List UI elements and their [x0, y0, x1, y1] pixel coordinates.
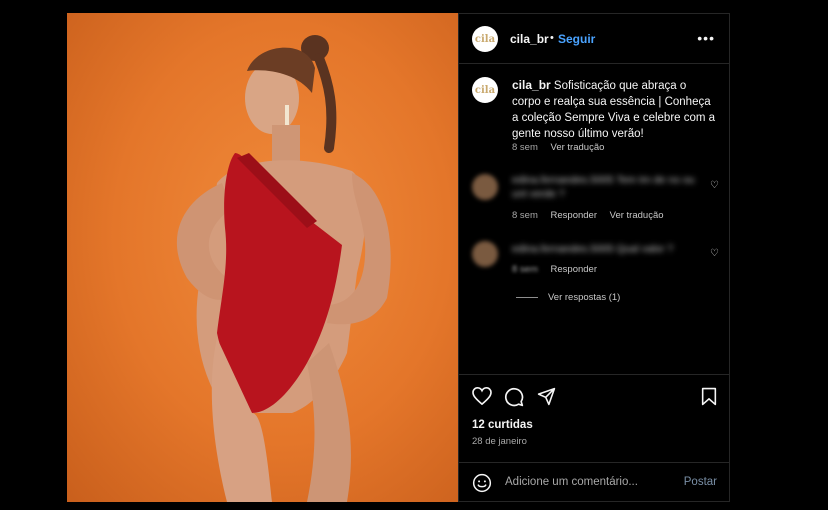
heart-icon[interactable]	[472, 387, 492, 405]
comment-reply-link[interactable]: Responder	[551, 264, 597, 275]
likes-count[interactable]: 12 curtidas	[472, 419, 533, 431]
post-photo-illustration	[176, 35, 391, 502]
header-separator: •	[550, 32, 554, 44]
comment-like-icon[interactable]: ♡	[710, 248, 719, 259]
post-panel: cila cila_br • Seguir ••• cila cila_br S…	[458, 13, 730, 502]
follow-button[interactable]: Seguir	[558, 32, 595, 46]
comment-form: Postar	[459, 462, 729, 503]
comment-translate-link[interactable]: Ver tradução	[610, 210, 664, 221]
caption: cila_br Sofisticação que abraça o corpo …	[512, 77, 717, 142]
comment-time: 8 sem	[512, 210, 538, 221]
comment-text: edina.fernandes.5005 Qual valor ?	[512, 243, 674, 255]
comment-avatar[interactable]	[472, 241, 498, 267]
share-icon[interactable]	[537, 387, 556, 406]
comment-input[interactable]	[503, 475, 677, 489]
post-date: 28 de janeiro	[472, 436, 527, 447]
caption-username[interactable]: cila_br	[512, 78, 551, 92]
more-options-icon[interactable]: •••	[697, 30, 715, 46]
action-bar	[459, 374, 729, 462]
comment-meta: 8 sem Responder	[512, 264, 607, 275]
header-username[interactable]: cila_br	[510, 32, 549, 46]
comment-text: edina.fernandes.5005 Tem tm de no ou unt…	[512, 174, 695, 200]
comment-avatar[interactable]	[472, 174, 498, 200]
view-replies-link[interactable]: Ver respostas (1)	[548, 292, 620, 303]
caption-avatar[interactable]: cila	[472, 77, 498, 103]
caption-meta: 8 sem Ver tradução	[512, 142, 614, 153]
post-header: cila cila_br • Seguir •••	[459, 14, 729, 64]
comment-icon[interactable]	[504, 387, 524, 407]
comment-time: 8 sem	[512, 264, 538, 275]
comment-reply-link[interactable]: Responder	[551, 210, 597, 221]
comment-meta: 8 sem Responder Ver tradução	[512, 210, 674, 221]
post-comment-button[interactable]: Postar	[684, 476, 717, 488]
caption-time: 8 sem	[512, 142, 538, 153]
comment-like-icon[interactable]: ♡	[710, 180, 719, 191]
emoji-icon[interactable]	[472, 473, 492, 493]
profile-avatar[interactable]: cila	[472, 26, 498, 52]
replies-divider	[516, 297, 538, 298]
bookmark-icon[interactable]	[701, 387, 717, 406]
caption-translate-link[interactable]: Ver tradução	[551, 142, 605, 153]
post-image[interactable]	[67, 13, 458, 502]
